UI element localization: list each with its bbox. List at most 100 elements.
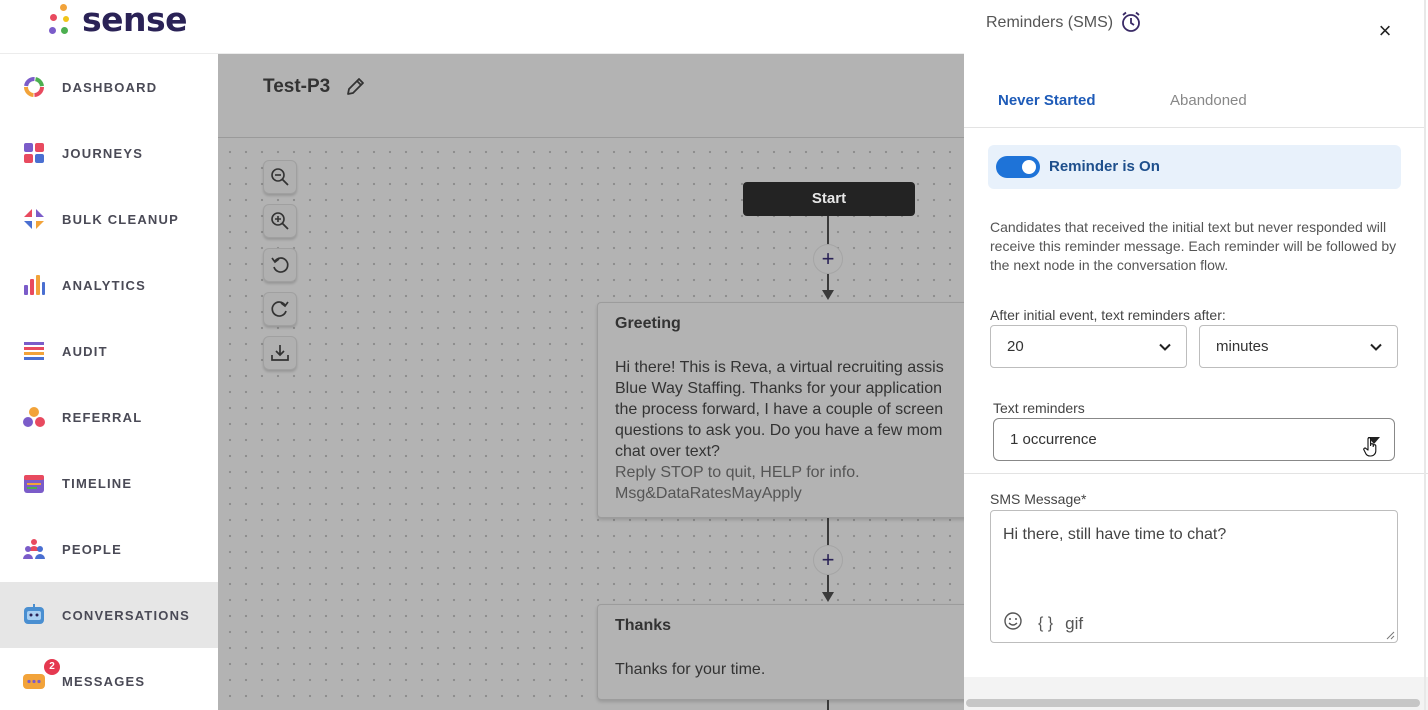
section-divider [964, 473, 1428, 474]
delay-unit: minutes [1216, 338, 1269, 355]
sidebar-item-conversations[interactable]: CONVERSATIONS [0, 582, 218, 648]
dashboard-icon [22, 75, 46, 99]
resize-handle-icon[interactable] [1386, 631, 1395, 640]
flow-canvas[interactable]: Start + Greeting Hi there! This is Reva,… [218, 138, 964, 710]
after-label: After initial event, text reminders afte… [990, 307, 1226, 323]
variables-icon[interactable]: { } [1038, 615, 1053, 633]
zoom-out-button[interactable] [263, 160, 297, 194]
thanks-node[interactable]: Thanks Thanks for your time. [597, 604, 964, 700]
node-footer: Reply STOP to quit, HELP for info. Msg&D… [615, 464, 860, 502]
people-icon [22, 537, 46, 561]
sidebar-item-label: AUDIT [62, 343, 108, 359]
sidebar-item-label: MESSAGES [62, 673, 146, 689]
sidebar-item-label: PEOPLE [62, 541, 122, 557]
panel-title: Reminders (SMS) [986, 14, 1114, 31]
top-bar: sense [0, 0, 964, 54]
emoji-icon[interactable] [1003, 611, 1023, 636]
undo-button[interactable] [263, 248, 297, 282]
sense-logo-icon [46, 2, 76, 38]
arrow-down-icon [822, 290, 834, 300]
sidebar-item-people[interactable]: PEOPLE [0, 516, 218, 582]
sidebar-item-label: BULK CLEANUP [62, 211, 179, 227]
arrow-down-icon [822, 592, 834, 602]
brand-logo[interactable]: sense [46, 0, 188, 39]
reminders-count-label: Text reminders [993, 400, 1085, 416]
analytics-icon [22, 273, 46, 297]
pencil-icon[interactable] [344, 76, 366, 98]
connector-line [827, 518, 829, 546]
messages-icon: 2 [22, 659, 60, 693]
download-button[interactable] [263, 336, 297, 370]
sidebar-item-bulk-cleanup[interactable]: BULK CLEANUP [0, 186, 218, 252]
sidebar: DASHBOARD JOURNEYS BULK CLEANUP ANALYTIC… [0, 54, 218, 710]
sms-message-input[interactable]: Hi there, still have time to chat? { } g… [990, 510, 1398, 643]
delay-unit-select[interactable]: minutes [1199, 325, 1398, 368]
bulk-cleanup-icon [22, 207, 46, 231]
alarm-clock-icon [1120, 11, 1142, 33]
conversations-icon [22, 603, 46, 627]
flow-title-bar: Test-P3 [218, 54, 964, 138]
connector-line [827, 575, 829, 593]
messages-count-badge: 2 [44, 659, 60, 675]
sidebar-item-messages[interactable]: 2 MESSAGES [0, 648, 218, 710]
sidebar-item-dashboard[interactable]: DASHBOARD [0, 54, 218, 120]
sidebar-item-audit[interactable]: AUDIT [0, 318, 218, 384]
delay-value: 20 [1007, 338, 1024, 355]
sidebar-item-label: DASHBOARD [62, 79, 158, 95]
hand-cursor-icon [1363, 437, 1377, 457]
sidebar-item-analytics[interactable]: ANALYTICS [0, 252, 218, 318]
close-button[interactable]: × [1374, 20, 1396, 42]
tabs-divider [964, 127, 1424, 128]
zoom-out-icon [271, 168, 289, 186]
reminders-panel: Reminders (SMS) × Never Started Abandone… [964, 0, 1428, 710]
tab-abandoned[interactable]: Abandoned [1170, 92, 1247, 109]
sidebar-item-label: REFERRAL [62, 409, 143, 425]
sms-message-text: Hi there, still have time to chat? [1003, 526, 1227, 543]
sidebar-item-label: ANALYTICS [62, 277, 146, 293]
journeys-icon [22, 141, 46, 165]
sidebar-item-journeys[interactable]: JOURNEYS [0, 120, 218, 186]
sidebar-item-label: CONVERSATIONS [62, 607, 191, 623]
node-title: Thanks [615, 617, 672, 634]
redo-button[interactable] [263, 292, 297, 326]
add-node-button[interactable]: + [813, 244, 843, 274]
panel-edge [1424, 0, 1426, 710]
download-icon [271, 345, 289, 361]
start-node[interactable]: Start [743, 182, 915, 216]
reminders-count-value: 1 occurrence [1010, 431, 1097, 448]
delay-value-select[interactable]: 20 [990, 325, 1187, 368]
sidebar-item-label: TIMELINE [62, 475, 133, 491]
flow-title: Test-P3 [263, 76, 331, 97]
brand-name: sense [82, 0, 188, 39]
referral-icon [22, 405, 46, 429]
reminder-toggle-row: Reminder is On [988, 145, 1401, 189]
reminders-count-select[interactable]: 1 occurrence [993, 418, 1395, 461]
tab-never-started[interactable]: Never Started [998, 92, 1096, 109]
sidebar-item-referral[interactable]: REFERRAL [0, 384, 218, 450]
node-title: Greeting [615, 315, 681, 332]
gif-button[interactable]: gif [1065, 614, 1083, 634]
undo-icon [271, 257, 289, 273]
audit-icon [22, 339, 46, 363]
node-message: Hi there! This is Reva, a virtual recrui… [615, 359, 944, 460]
greeting-node[interactable]: Greeting Hi there! This is Reva, a virtu… [597, 302, 964, 518]
connector-line [827, 700, 829, 710]
redo-icon [271, 301, 289, 317]
horizontal-scrollbar[interactable] [966, 699, 1420, 707]
app-root: sense DASHBOARD JOURNEYS BULK CLEANUP AN… [0, 0, 1428, 710]
reminder-description: Candidates that received the initial tex… [990, 219, 1397, 273]
sidebar-item-timeline[interactable]: TIMELINE [0, 450, 218, 516]
reminder-toggle-label: Reminder is On [1049, 158, 1160, 175]
add-node-button[interactable]: + [813, 545, 843, 575]
message-toolbar: { } gif [1003, 611, 1083, 636]
sidebar-item-label: JOURNEYS [62, 145, 144, 161]
node-message: Thanks for your time. [615, 661, 766, 678]
reminder-toggle[interactable] [996, 156, 1040, 178]
zoom-in-button[interactable] [263, 204, 297, 238]
zoom-in-icon [271, 212, 289, 230]
chevron-down-icon [1370, 343, 1382, 351]
flow-editor: Test-P3 Start + Greeting Hi there! This … [218, 54, 964, 710]
timeline-icon [22, 471, 46, 495]
chevron-down-icon [1159, 343, 1171, 351]
sms-message-label: SMS Message* [990, 491, 1087, 507]
